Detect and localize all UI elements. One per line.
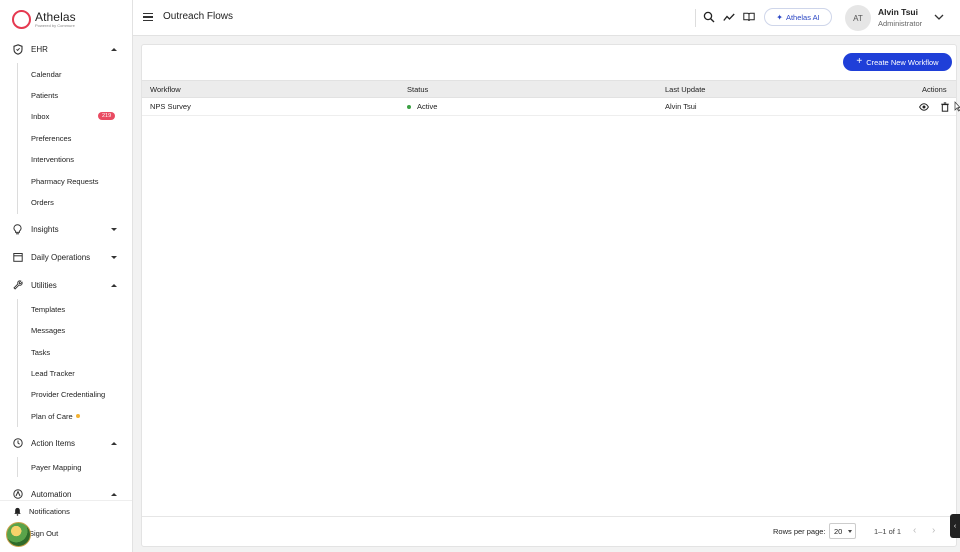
- sidebar-section-label: Action Items: [31, 438, 76, 448]
- chevron-left-icon: ‹: [953, 522, 957, 530]
- chevron-up-icon: [111, 492, 117, 496]
- status-active-dot: [407, 105, 411, 110]
- clock-icon: [12, 438, 23, 449]
- notifications-label: Notifications: [29, 507, 70, 516]
- column-header-status[interactable]: Status: [407, 85, 428, 94]
- sidebar-section-label: Utilities: [31, 280, 57, 290]
- sidebar-section-daily-operations[interactable]: Daily Operations: [0, 248, 132, 266]
- sidebar-item-inbox[interactable]: Inbox: [31, 109, 49, 123]
- rows-per-page-label: Rows per page:: [773, 527, 826, 536]
- sidebar-footer: Notifications Sign Out: [0, 500, 132, 552]
- chevron-up-icon: [111, 283, 117, 287]
- calendar-icon: [12, 252, 23, 263]
- plus-icon: +: [856, 56, 863, 67]
- toolbar-divider: [695, 9, 696, 27]
- pagination-range: 1–1 of 1: [874, 527, 902, 536]
- action-items-rail: [17, 457, 18, 477]
- sidebar-item-templates[interactable]: Templates: [31, 302, 65, 316]
- sign-out-label: Sign Out: [29, 529, 59, 538]
- automation-icon: [12, 489, 23, 500]
- utilities-items-rail: [17, 299, 18, 427]
- plan-of-care-indicator-dot: [75, 414, 80, 418]
- table-row[interactable]: NPS Survey Active Alvin Tsui: [142, 98, 956, 116]
- user-name: Alvin Tsui: [878, 7, 918, 17]
- rows-per-page-select[interactable]: 20: [829, 523, 856, 539]
- sidebar-section-label: Daily Operations: [31, 252, 91, 262]
- trending-icon[interactable]: [723, 11, 735, 23]
- sidebar-item-lead-tracker[interactable]: Lead Tracker: [31, 366, 75, 380]
- sidebar-section-label: Automation: [31, 489, 72, 499]
- brand-tagline: Powered by Commure: [35, 22, 75, 28]
- chevron-up-icon: [111, 47, 117, 51]
- workflow-name: NPS Survey: [150, 102, 191, 111]
- shield-icon: [12, 43, 23, 55]
- workflows-card: + Create New Workflow Workflow Status La…: [141, 44, 957, 547]
- sidebar-item-plan-of-care[interactable]: Plan of Care: [31, 409, 80, 423]
- column-header-last-update[interactable]: Last Update: [665, 85, 705, 94]
- sidebar-item-preferences[interactable]: Preferences: [31, 131, 71, 145]
- menu-icon[interactable]: [143, 13, 153, 21]
- mouse-cursor-icon: [954, 101, 960, 112]
- column-header-actions: Actions: [922, 85, 947, 94]
- sidebar-section-ehr[interactable]: EHR: [0, 40, 132, 58]
- chevron-up-icon: [111, 441, 117, 445]
- sidebar-section-insights[interactable]: Insights: [0, 220, 132, 238]
- sparkle-icon: ✦: [776, 12, 783, 22]
- logo-ring-icon: [12, 9, 31, 29]
- brand-name: Athelas: [35, 9, 76, 24]
- sidebar-section-label: EHR: [31, 44, 48, 54]
- sidebar-item-tasks[interactable]: Tasks: [31, 345, 50, 359]
- previous-page-icon[interactable]: ‹: [913, 525, 916, 536]
- sidebar-section-action-items[interactable]: Action Items: [0, 434, 132, 452]
- trash-icon[interactable]: [940, 102, 950, 112]
- table-header: Workflow Status Last Update Actions: [142, 80, 956, 98]
- sidebar: Athelas Powered by Commure EHR Calendar …: [0, 0, 133, 552]
- sidebar-item-patients[interactable]: Patients: [31, 88, 58, 102]
- next-page-icon[interactable]: ›: [932, 525, 935, 536]
- table-pagination: Rows per page: 20 1–1 of 1 ‹ ›: [142, 516, 956, 546]
- sidebar-item-interventions[interactable]: Interventions: [31, 152, 74, 166]
- sidebar-item-provider-credentialing[interactable]: Provider Credentialing: [31, 387, 105, 401]
- column-header-workflow[interactable]: Workflow: [150, 85, 181, 94]
- sidebar-item-label: Plan of Care: [31, 411, 73, 421]
- bell-icon: [14, 507, 21, 516]
- athelas-ai-label: Athelas AI: [785, 12, 820, 22]
- create-new-workflow-label: Create New Workflow: [866, 57, 939, 67]
- sidebar-item-payer-mapping[interactable]: Payer Mapping: [31, 460, 81, 474]
- chevron-down-icon: [111, 255, 117, 259]
- sidebar-item-pharmacy-requests[interactable]: Pharmacy Requests: [31, 174, 99, 188]
- sidebar-item-orders[interactable]: Orders: [31, 195, 54, 209]
- sidebar-section-utilities[interactable]: Utilities: [0, 276, 132, 294]
- eye-icon[interactable]: [919, 102, 929, 112]
- dropdown-arrow-icon: [848, 530, 852, 533]
- lightbulb-icon: [12, 223, 23, 235]
- top-bar: Outreach Flows ✦ Athelas AI AT Alvin Tsu…: [133, 0, 960, 36]
- rows-per-page-value: 20: [834, 526, 843, 536]
- athelas-logo[interactable]: Athelas Powered by Commure: [12, 8, 76, 30]
- chevron-down-icon: [111, 227, 117, 231]
- user-profile-avatar[interactable]: [6, 522, 31, 547]
- sign-out-link[interactable]: Sign Out: [29, 529, 58, 538]
- create-new-workflow-button[interactable]: + Create New Workflow: [843, 53, 952, 71]
- status-cell: Active: [407, 102, 437, 111]
- user-role: Administrator: [878, 19, 923, 28]
- drawer-toggle-handle[interactable]: ‹: [950, 514, 960, 538]
- user-initials-avatar[interactable]: AT: [845, 5, 871, 31]
- inbox-count-badge: 219: [98, 112, 116, 120]
- sidebar-item-calendar[interactable]: Calendar: [31, 67, 61, 81]
- status-text: Active: [417, 102, 438, 111]
- last-update-cell: Alvin Tsui: [665, 102, 697, 111]
- ehr-items-rail: [17, 63, 18, 214]
- athelas-ai-button[interactable]: ✦ Athelas AI: [764, 8, 832, 26]
- page-title: Outreach Flows: [163, 11, 234, 22]
- sidebar-item-messages[interactable]: Messages: [31, 323, 65, 337]
- book-icon[interactable]: [743, 11, 755, 23]
- sidebar-section-label: Insights: [31, 224, 59, 234]
- chevron-down-icon[interactable]: [934, 13, 944, 21]
- search-icon[interactable]: [703, 11, 715, 23]
- notifications-link[interactable]: Notifications: [13, 507, 70, 516]
- wrench-icon: [12, 280, 23, 291]
